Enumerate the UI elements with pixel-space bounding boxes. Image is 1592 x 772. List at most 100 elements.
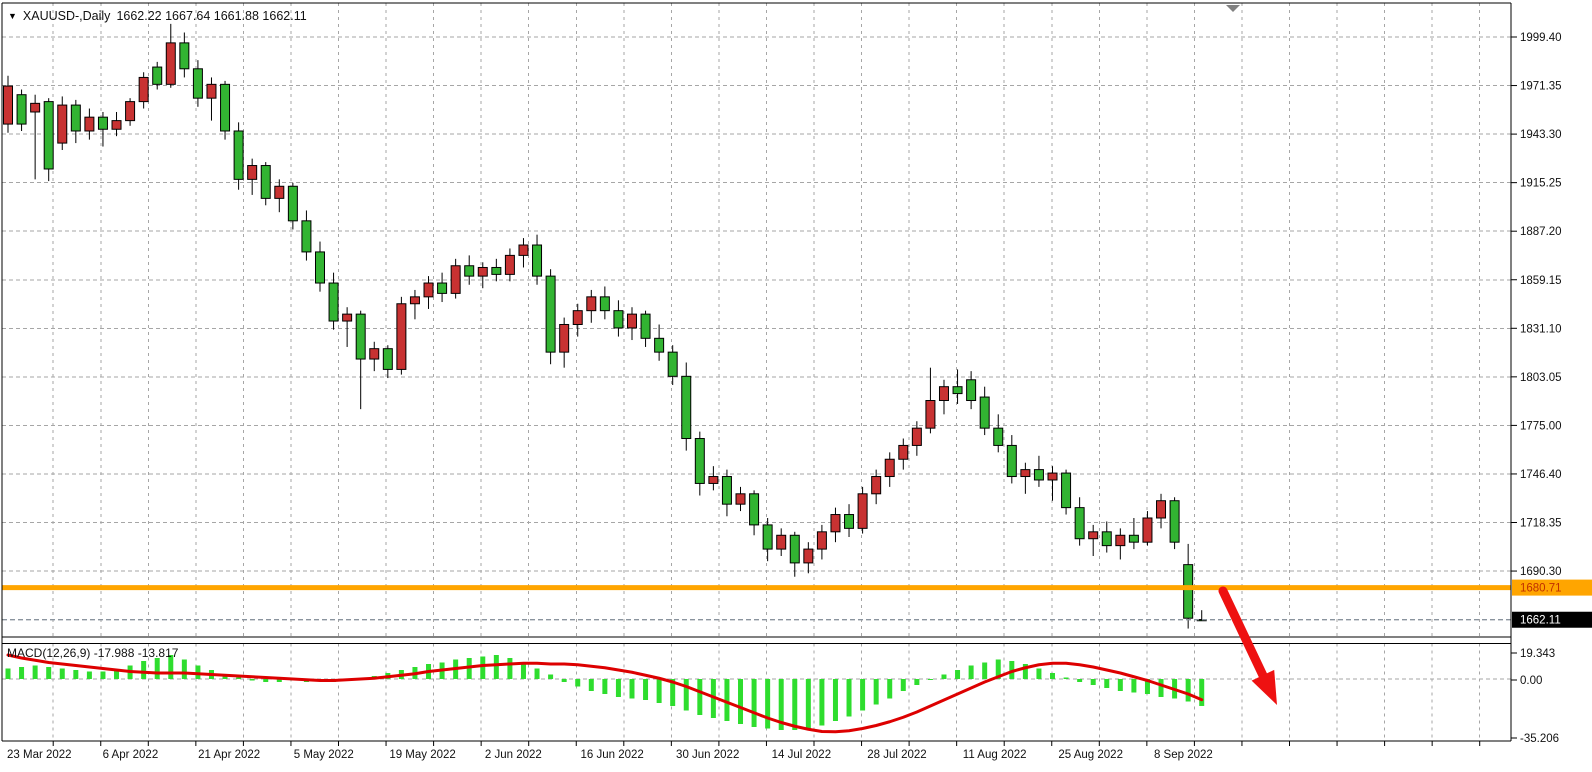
macd-axis-label: 0.00 [1520,675,1542,687]
level-lines [2,588,1511,620]
candle [234,131,243,179]
candle [980,397,989,428]
date-axis-label: 14 Jul 2022 [772,749,831,761]
arrow-shaft [1223,591,1263,676]
date-axis-label: 19 May 2022 [389,749,456,761]
candle [817,532,826,549]
macd-axis-label: 19.343 [1520,648,1555,660]
candle [831,515,840,532]
candle [261,166,270,199]
price-axis: 1999.401971.351943.301915.251887.201859.… [1511,32,1592,745]
candle [967,380,976,401]
candle [926,401,935,429]
candle [1116,535,1125,545]
symbol-dropdown-icon[interactable]: ▼ [8,11,17,21]
price-axis-label: 1999.40 [1520,32,1562,44]
ohlc-values: 1662.22 1667.64 1661.88 1662.11 [116,9,306,23]
candle [1075,508,1084,539]
candle [627,314,636,328]
candle [343,314,352,321]
arrow-head [1252,670,1277,705]
candle [112,121,121,130]
candle [1007,445,1016,476]
macd-axis-label: -35.206 [1520,733,1559,745]
candle [1143,518,1152,542]
candle [505,255,514,274]
candle [1048,473,1057,480]
candle [126,102,135,121]
candle [682,376,691,438]
candle [31,103,40,112]
candle [1021,470,1030,477]
candle [438,283,447,293]
candle [546,276,555,352]
candle [98,117,107,129]
symbol-timeframe-label: XAUUSD-,Daily [23,9,111,23]
candle [858,494,867,529]
candle [573,311,582,325]
chart-window: 1999.401971.351943.301915.251887.201859.… [0,0,1592,772]
candle [139,77,148,101]
candle [288,186,297,221]
candle [1062,473,1071,508]
candle [695,439,704,484]
down-arrow-annotation [1223,591,1277,705]
date-axis-label: 11 Aug 2022 [963,749,1027,761]
candle [207,84,216,98]
current-price-tag-label: 1662.11 [1520,615,1561,627]
candle [166,43,175,84]
candle [329,283,338,321]
candle [736,494,745,504]
price-axis-label: 1746.40 [1520,469,1562,481]
date-axis-label: 30 Jun 2022 [676,749,739,761]
candle [1089,532,1098,539]
date-axis-label: 25 Aug 2022 [1058,749,1123,761]
date-axis-label: 16 Jun 2022 [580,749,643,761]
candle [85,117,94,131]
candle [668,352,677,376]
shift-marker-icon[interactable] [1226,5,1240,12]
candle [275,186,284,198]
candle [58,105,67,143]
candle [560,324,569,352]
candle [872,477,881,494]
candle [885,459,894,476]
candle [939,387,948,401]
candle [600,297,609,311]
candle [777,535,786,549]
candle [424,283,433,297]
macd-indicator-label: MACD(12,26,9) -17.988 -13.817 [7,646,178,660]
candle [221,84,230,131]
candle [1034,470,1043,480]
candle [410,297,419,304]
candle [953,387,962,394]
candle [587,297,596,311]
date-axis-label: 6 Apr 2022 [103,749,159,761]
date-axis-label: 21 Apr 2022 [198,749,260,761]
price-axis-label: 1690.30 [1520,566,1562,578]
date-axis-label: 28 Jul 2022 [867,749,926,761]
price-axis-label: 1859.15 [1520,275,1562,287]
candle [804,549,813,563]
candle [71,105,80,131]
candle [722,477,731,505]
price-axis-label: 1915.25 [1520,178,1562,190]
candle [709,477,718,484]
candle [153,67,162,84]
price-macd-chart-canvas[interactable]: 1999.401971.351943.301915.251887.201859.… [0,0,1592,772]
candle [193,69,202,98]
candle [750,494,759,525]
price-axis-label: 1803.05 [1520,372,1562,384]
candle [465,266,474,276]
candle [478,267,487,276]
price-axis-label: 1943.30 [1520,129,1562,141]
candle [315,252,324,283]
candle [763,525,772,549]
candle [899,445,908,459]
candle [790,535,799,563]
candle [1129,535,1138,542]
candles [4,24,1207,629]
candle [180,43,189,69]
candle [1157,501,1166,518]
candle [655,338,664,352]
